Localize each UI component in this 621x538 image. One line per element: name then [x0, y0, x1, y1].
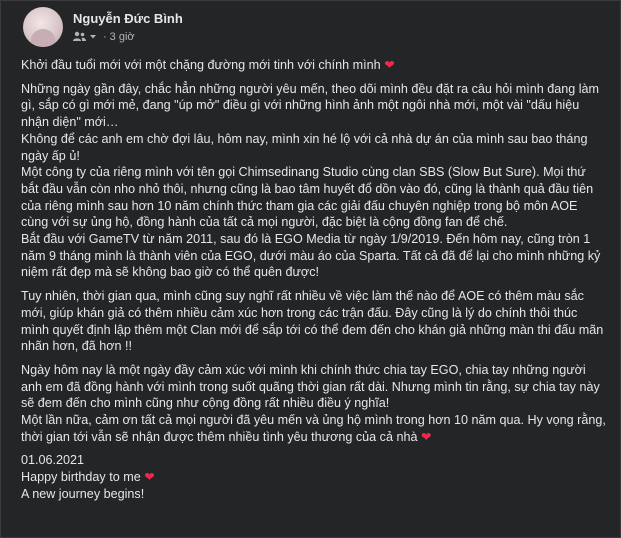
post-text-thanks: Một lần nữa, cảm ơn tất cả mọi người đã …: [21, 413, 610, 444]
post-paragraph: Một công ty của riêng mình với tên gọi C…: [21, 165, 597, 230]
meta-separator: ·: [103, 30, 107, 43]
post-time[interactable]: 3 giờ: [110, 30, 135, 44]
post-birthday-line: Happy birthday to me ❤: [21, 469, 606, 486]
post-paragraph: Tuy nhiên, thời gian qua, mình cũng suy …: [21, 289, 607, 354]
post-paragraph: Không để các anh em chờ đợi lâu, hôm nay…: [21, 131, 591, 163]
author-name[interactable]: Nguyễn Đức Bình: [73, 11, 183, 27]
post-paragraph-intro: Khởi đầu tuổi mới với một chặng đường mớ…: [21, 57, 606, 74]
post-text-birthday: Happy birthday to me: [21, 470, 145, 485]
post-meta: Nguyễn Đức Bình · 3 giờ: [73, 11, 183, 44]
post-subline: · 3 giờ: [73, 30, 183, 44]
post-paragraph: Bắt đầu với GameTV từ năm 2011, sau đó l…: [21, 232, 604, 280]
facebook-post: Nguyễn Đức Bình · 3 giờ Khởi đầu tuổi mớ…: [0, 0, 621, 538]
post-paragraph: Những ngày gần đây, chắc hẳn những người…: [21, 81, 603, 130]
post-paragraph-thanks: Một lần nữa, cảm ơn tất cả mọi người đã …: [21, 412, 606, 445]
author-avatar[interactable]: [23, 7, 63, 47]
dropdown-caret-icon[interactable]: [89, 31, 97, 42]
friends-audience-icon[interactable]: [73, 31, 86, 42]
heart-icon: ❤: [144, 470, 155, 485]
post-journey-line: A new journey begins!: [21, 486, 145, 501]
post-paragraph: Ngày hôm nay là một ngày đầy cảm xúc với…: [21, 362, 604, 411]
post-date: 01.06.2021: [21, 453, 85, 468]
heart-icon: ❤: [420, 429, 432, 444]
post-header: Nguyễn Đức Bình · 3 giờ: [23, 7, 183, 47]
post-body: Khởi đầu tuổi mới với một chặng đường mớ…: [21, 57, 606, 503]
heart-icon: ❤: [384, 58, 395, 72]
post-text-intro: Khởi đầu tuổi mới với một chặng đường mớ…: [21, 58, 385, 72]
